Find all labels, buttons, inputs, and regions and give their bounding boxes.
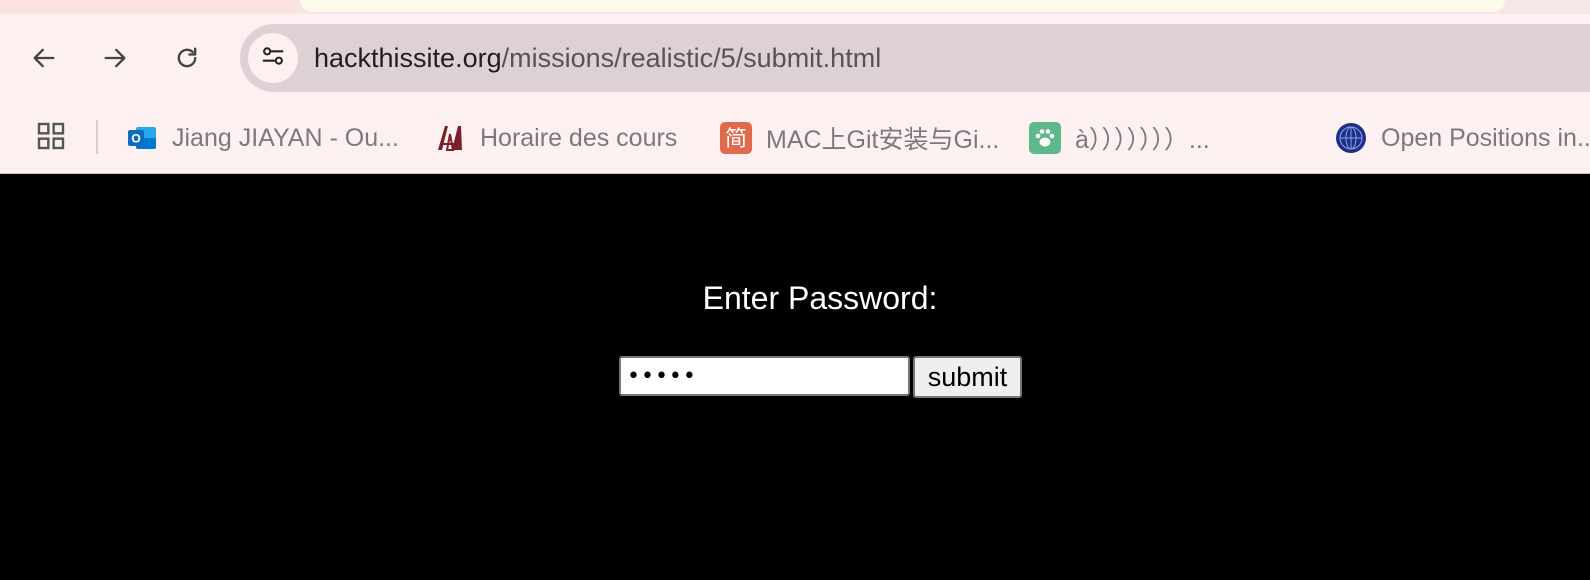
active-tab[interactable]: [300, 0, 1505, 12]
url-path: /missions/realistic/5/submit.html: [501, 43, 882, 73]
bookmark-horaire[interactable]: Horaire des cours: [434, 118, 677, 158]
forward-button[interactable]: [93, 36, 137, 80]
url-host: hackthissite.org: [314, 43, 502, 73]
apps-button[interactable]: [34, 121, 68, 155]
svg-text:O: O: [131, 132, 140, 146]
bookmark-open-positions[interactable]: Open Positions in...: [1335, 118, 1590, 158]
jianshu-glyph: 简: [725, 127, 747, 152]
arrow-left-icon: [30, 44, 58, 72]
password-input[interactable]: [619, 356, 910, 396]
url-text[interactable]: hackthissite.org/missions/realistic/5/su…: [314, 40, 881, 76]
bookmark-paw[interactable]: à）））））））...: [1029, 118, 1210, 158]
bookmark-label: à）））））））...: [1075, 126, 1210, 154]
apps-grid-icon: [35, 120, 67, 157]
tab-strip: [0, 0, 1590, 14]
address-bar[interactable]: hackthissite.org/missions/realistic/5/su…: [240, 24, 1590, 92]
bookmarks-bar: O Jiang JIAYAN - Ou... Horaire des cours: [0, 110, 1590, 166]
bookmark-outlook[interactable]: O Jiang JIAYAN - Ou...: [126, 118, 399, 158]
back-button[interactable]: [22, 36, 66, 80]
reload-icon: [173, 44, 201, 72]
bookmark-label: Open Positions in...: [1381, 123, 1590, 152]
submit-button[interactable]: submit: [913, 356, 1022, 398]
paw-icon: [1029, 122, 1061, 154]
browser-chrome: hackthissite.org/missions/realistic/5/su…: [0, 0, 1590, 174]
reload-button[interactable]: [165, 36, 209, 80]
bookmarks-divider: [96, 120, 98, 154]
bookmark-label: Jiang JIAYAN - Ou...: [172, 123, 399, 152]
outlook-icon: O: [126, 122, 158, 154]
tune-icon: [259, 42, 287, 75]
jianshu-icon: 简: [720, 122, 752, 154]
university-logo-icon: [434, 122, 466, 154]
password-prompt: Enter Password:: [702, 280, 938, 316]
globe-icon: [1335, 122, 1367, 154]
bookmark-git[interactable]: 简 MAC上Git安装与Gi...: [720, 118, 999, 158]
bookmark-label: Horaire des cours: [480, 123, 678, 152]
inactive-tab[interactable]: [0, 0, 300, 12]
arrow-right-icon: [101, 44, 129, 72]
site-info-button[interactable]: [248, 33, 298, 83]
bookmark-label: MAC上Git安装与Gi...: [766, 126, 1000, 154]
page-content: Enter Password: submit: [0, 174, 1590, 580]
